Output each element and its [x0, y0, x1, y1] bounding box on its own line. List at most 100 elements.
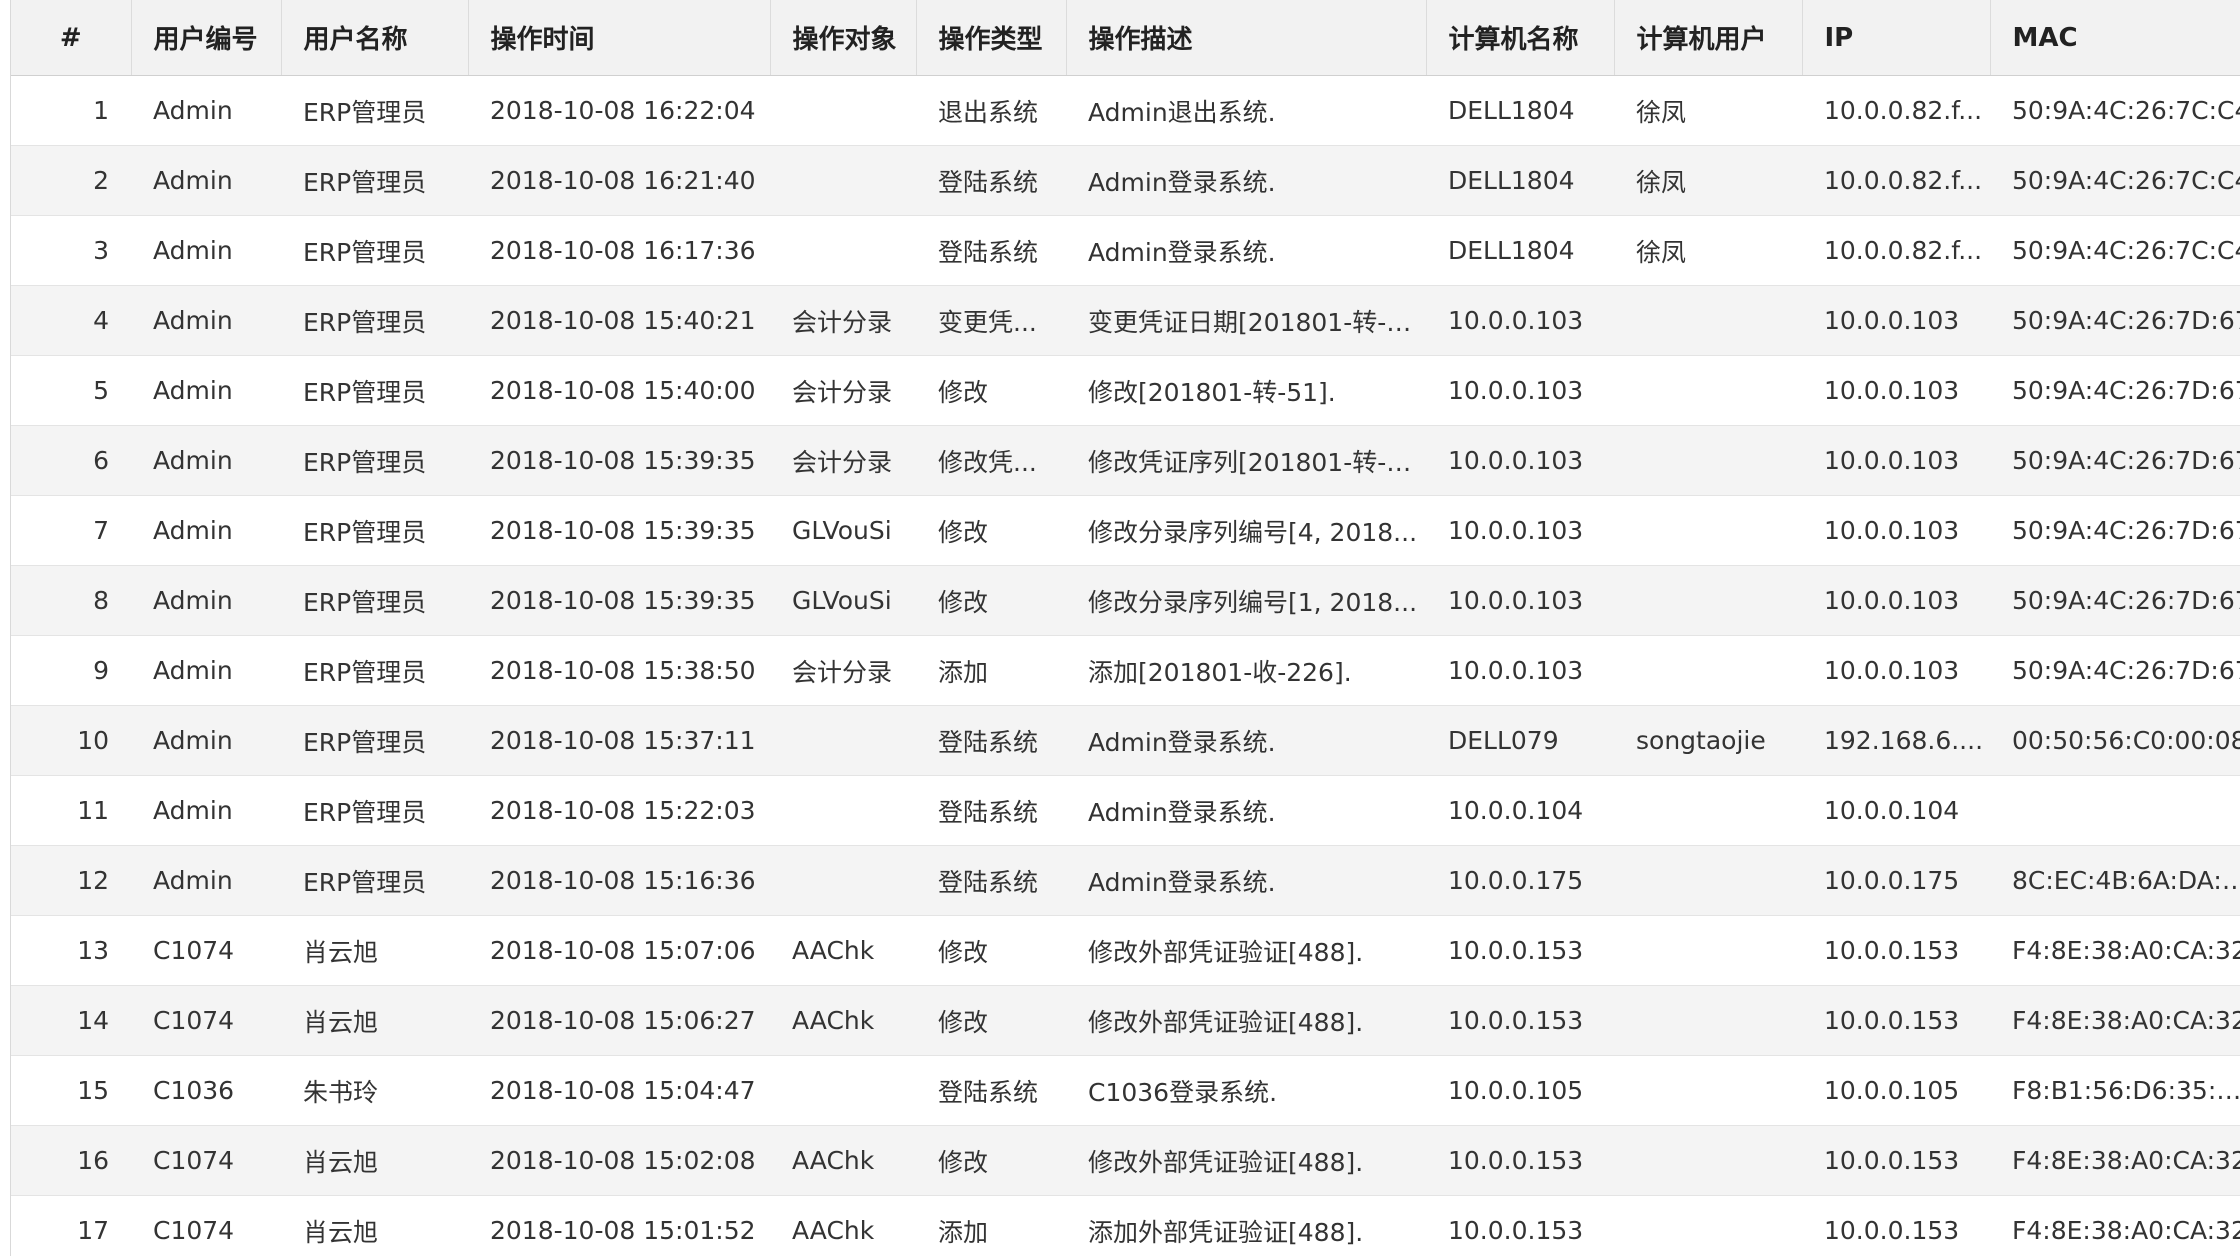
cell-ip[interactable]: 10.0.0.153: [1802, 1125, 1990, 1196]
cell-operation-time[interactable]: 2018-10-08 15:01:52: [468, 1195, 770, 1256]
cell-operation-time[interactable]: 2018-10-08 16:17:36: [468, 215, 770, 286]
cell-mac[interactable]: 50:9A:4C:26:7D:67: [1990, 635, 2240, 706]
cell-index[interactable]: 12: [11, 845, 131, 916]
cell-computer-user[interactable]: [1614, 355, 1802, 426]
cell-user-id[interactable]: Admin: [131, 495, 281, 566]
cell-operation-time[interactable]: 2018-10-08 15:16:36: [468, 845, 770, 916]
cell-operation-description[interactable]: 修改分录序列编号[1, 2018...: [1066, 565, 1426, 636]
cell-index[interactable]: 6: [11, 425, 131, 496]
table-row[interactable]: 14 C1074 肖云旭 2018-10-08 15:06:27 AAChk 修改 修改外部…: [11, 985, 2240, 1056]
cell-mac[interactable]: 50:9A:4C:26:7D:67: [1990, 285, 2240, 356]
cell-user-name[interactable]: ERP管理员: [281, 565, 468, 636]
cell-index[interactable]: 14: [11, 985, 131, 1056]
cell-mac[interactable]: F4:8E:38:A0:CA:32: [1990, 1195, 2240, 1256]
cell-mac[interactable]: F4:8E:38:A0:CA:32: [1990, 915, 2240, 986]
cell-index[interactable]: 7: [11, 495, 131, 566]
cell-ip[interactable]: 192.168.6....: [1802, 705, 1990, 776]
cell-operation-object[interactable]: GLVouSi: [770, 565, 916, 636]
cell-operation-type[interactable]: 登陆系统: [916, 705, 1066, 776]
cell-operation-time[interactable]: 2018-10-08 15:39:35: [468, 425, 770, 496]
cell-operation-type[interactable]: 登陆系统: [916, 1055, 1066, 1126]
column-header-computer-name[interactable]: 计算机名称: [1426, 0, 1615, 76]
cell-index[interactable]: 13: [11, 915, 131, 986]
table-row[interactable]: 3 Admin ERP管理员 2018-10-08 16:17:36 登陆系统 Admin…: [11, 215, 2240, 286]
cell-index[interactable]: 10: [11, 705, 131, 776]
cell-index[interactable]: 17: [11, 1195, 131, 1256]
cell-computer-user[interactable]: [1614, 985, 1802, 1056]
cell-user-name[interactable]: 肖云旭: [281, 1195, 468, 1256]
cell-operation-object[interactable]: AAChk: [770, 1125, 916, 1196]
cell-operation-time[interactable]: 2018-10-08 15:40:21: [468, 285, 770, 356]
cell-operation-time[interactable]: 2018-10-08 15:38:50: [468, 635, 770, 706]
cell-computer-user[interactable]: songtaojie: [1614, 705, 1802, 776]
cell-operation-time[interactable]: 2018-10-08 15:37:11: [468, 705, 770, 776]
cell-ip[interactable]: 10.0.0.103: [1802, 285, 1990, 356]
cell-operation-time[interactable]: 2018-10-08 15:07:06: [468, 915, 770, 986]
cell-user-id[interactable]: Admin: [131, 75, 281, 146]
cell-user-name[interactable]: 肖云旭: [281, 985, 468, 1056]
cell-operation-time[interactable]: 2018-10-08 16:21:40: [468, 145, 770, 216]
cell-user-id[interactable]: C1074: [131, 1195, 281, 1256]
cell-computer-name[interactable]: 10.0.0.175: [1426, 845, 1614, 916]
cell-computer-user[interactable]: [1614, 915, 1802, 986]
cell-computer-name[interactable]: 10.0.0.105: [1426, 1055, 1614, 1126]
cell-mac[interactable]: F4:8E:38:A0:CA:32: [1990, 1125, 2240, 1196]
cell-operation-object[interactable]: AAChk: [770, 915, 916, 986]
cell-computer-user[interactable]: [1614, 775, 1802, 846]
cell-user-name[interactable]: 肖云旭: [281, 915, 468, 986]
cell-operation-time[interactable]: 2018-10-08 15:02:08: [468, 1125, 770, 1196]
cell-user-id[interactable]: Admin: [131, 565, 281, 636]
cell-operation-description[interactable]: Admin退出系统.: [1066, 75, 1426, 146]
cell-mac[interactable]: 50:9A:4C:26:7D:67: [1990, 565, 2240, 636]
cell-operation-time[interactable]: 2018-10-08 15:39:35: [468, 495, 770, 566]
cell-ip[interactable]: 10.0.0.82.f...: [1802, 145, 1990, 216]
cell-ip[interactable]: 10.0.0.153: [1802, 1195, 1990, 1256]
cell-user-id[interactable]: Admin: [131, 705, 281, 776]
cell-computer-name[interactable]: DELL1804: [1426, 145, 1614, 216]
cell-user-name[interactable]: ERP管理员: [281, 635, 468, 706]
cell-index[interactable]: 11: [11, 775, 131, 846]
cell-computer-name[interactable]: 10.0.0.153: [1426, 985, 1614, 1056]
cell-operation-description[interactable]: 修改分录序列编号[4, 2018...: [1066, 495, 1426, 566]
cell-user-name[interactable]: ERP管理员: [281, 495, 468, 566]
cell-operation-object[interactable]: GLVouSi: [770, 495, 916, 566]
cell-index[interactable]: 2: [11, 145, 131, 216]
cell-operation-object[interactable]: [770, 215, 916, 286]
cell-computer-user[interactable]: [1614, 845, 1802, 916]
cell-computer-name[interactable]: 10.0.0.103: [1426, 285, 1614, 356]
cell-user-name[interactable]: ERP管理员: [281, 145, 468, 216]
cell-computer-user[interactable]: [1614, 285, 1802, 356]
column-header-ip[interactable]: IP: [1802, 0, 1991, 76]
column-header-computer-user[interactable]: 计算机用户: [1614, 0, 1803, 76]
cell-operation-type[interactable]: 修改: [916, 915, 1066, 986]
cell-user-id[interactable]: Admin: [131, 285, 281, 356]
cell-operation-type[interactable]: 修改: [916, 1125, 1066, 1196]
cell-operation-time[interactable]: 2018-10-08 16:22:04: [468, 75, 770, 146]
cell-computer-name[interactable]: 10.0.0.103: [1426, 495, 1614, 566]
cell-operation-time[interactable]: 2018-10-08 15:06:27: [468, 985, 770, 1056]
cell-user-name[interactable]: ERP管理员: [281, 285, 468, 356]
cell-ip[interactable]: 10.0.0.82.f...: [1802, 215, 1990, 286]
cell-index[interactable]: 1: [11, 75, 131, 146]
cell-mac[interactable]: 50:9A:4C:26:7C:C4: [1990, 75, 2240, 146]
table-row[interactable]: 4 Admin ERP管理员 2018-10-08 15:40:21 会计分录 变更凭..…: [11, 285, 2240, 356]
cell-user-id[interactable]: Admin: [131, 355, 281, 426]
cell-computer-user[interactable]: [1614, 635, 1802, 706]
cell-ip[interactable]: 10.0.0.175: [1802, 845, 1990, 916]
table-row[interactable]: 9 Admin ERP管理员 2018-10-08 15:38:50 会计分录 添加 添加[…: [11, 635, 2240, 706]
cell-mac[interactable]: [1990, 775, 2240, 846]
cell-operation-object[interactable]: 会计分录: [770, 355, 916, 426]
cell-user-id[interactable]: Admin: [131, 425, 281, 496]
column-header-operation-time[interactable]: 操作时间: [468, 0, 771, 76]
cell-operation-description[interactable]: Admin登录系统.: [1066, 705, 1426, 776]
table-row[interactable]: 1 Admin ERP管理员 2018-10-08 16:22:04 退出系统 Admin…: [11, 75, 2240, 146]
column-header-operation-object[interactable]: 操作对象: [770, 0, 917, 76]
cell-user-id[interactable]: Admin: [131, 775, 281, 846]
table-row[interactable]: 17 C1074 肖云旭 2018-10-08 15:01:52 AAChk 添加 添加外部…: [11, 1195, 2240, 1256]
cell-user-name[interactable]: ERP管理员: [281, 215, 468, 286]
cell-computer-name[interactable]: 10.0.0.153: [1426, 1125, 1614, 1196]
cell-computer-name[interactable]: 10.0.0.103: [1426, 425, 1614, 496]
cell-computer-user[interactable]: 徐凤: [1614, 145, 1802, 216]
cell-operation-description[interactable]: 修改外部凭证验证[488].: [1066, 915, 1426, 986]
cell-operation-time[interactable]: 2018-10-08 15:39:35: [468, 565, 770, 636]
